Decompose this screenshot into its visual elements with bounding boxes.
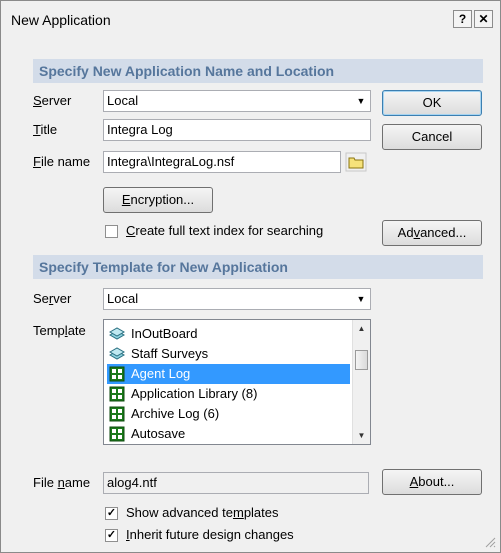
folder-icon[interactable] (345, 152, 367, 172)
list-item-label: Autosave (131, 426, 186, 441)
list-item-label: Application Library (8) (131, 386, 258, 401)
scroll-up-icon[interactable]: ▲ (353, 320, 370, 337)
file-name-input[interactable]: Integra\IntegraLog.nsf (103, 151, 341, 173)
server-label: Server (33, 93, 72, 108)
template-file-name-field: alog4.ntf (103, 472, 369, 494)
show-advanced-templates-checkbox[interactable]: ✓ (105, 507, 118, 520)
list-item-label: InOutBoard (131, 326, 198, 341)
section-header-template: Specify Template for New Application (33, 255, 483, 279)
list-item[interactable]: Application Library (8) (107, 384, 350, 404)
file-name-label: File name (33, 154, 91, 169)
show-advanced-templates-label: Show advanced templates (126, 505, 279, 520)
title-label: Title (33, 122, 58, 137)
title-bar: New Application ? ✕ (1, 1, 500, 39)
template-list-scrollbar[interactable]: ▲ ▼ (352, 320, 370, 444)
list-item[interactable]: Staff Surveys (107, 344, 350, 364)
scroll-thumb[interactable] (355, 350, 368, 370)
chevron-down-icon: ▼ (356, 96, 366, 106)
template-file-name-label: File name (33, 475, 91, 490)
close-button[interactable]: ✕ (474, 10, 493, 28)
list-item[interactable]: Archive Log (6) (107, 404, 350, 424)
template-list[interactable]: InOutBoard Staff Surveys Agent Log Appli… (103, 319, 371, 445)
template-server-label: Server (33, 291, 72, 306)
template-label: Template (33, 323, 86, 338)
list-item-selected[interactable]: Agent Log (107, 364, 350, 384)
cancel-button[interactable]: Cancel (382, 124, 482, 150)
list-item-label: Staff Surveys (131, 346, 209, 361)
section-header-name-location: Specify New Application Name and Locatio… (33, 59, 483, 83)
full-text-index-checkbox[interactable] (105, 225, 118, 238)
help-button[interactable]: ? (453, 10, 472, 28)
about-button[interactable]: About... (382, 469, 482, 495)
list-item[interactable]: InOutBoard (107, 324, 350, 344)
chevron-down-icon: ▼ (356, 294, 366, 304)
list-item[interactable]: Autosave (107, 424, 350, 444)
database-stack-icon (109, 327, 125, 340)
template-grid-icon (109, 366, 125, 382)
scroll-down-icon[interactable]: ▼ (353, 427, 370, 444)
list-item-label: Agent Log (131, 366, 191, 381)
list-item-label: Archive Log (6) (131, 406, 220, 421)
server-select[interactable]: Local ▼ (103, 90, 371, 112)
template-grid-icon (109, 406, 125, 422)
ok-button[interactable]: OK (382, 90, 482, 116)
database-stack-icon (109, 347, 125, 360)
resize-grip-icon[interactable] (484, 536, 496, 548)
template-grid-icon (109, 426, 125, 442)
server-label-rest: erver (41, 93, 72, 108)
encryption-button[interactable]: Encryption... (103, 187, 213, 213)
advanced-button[interactable]: Advanced... (382, 220, 482, 246)
window-title: New Application (11, 12, 111, 28)
inherit-design-label: Inherit future design changes (126, 527, 294, 542)
template-server-value: Local (107, 291, 139, 306)
template-server-select[interactable]: Local ▼ (103, 288, 371, 310)
full-text-index-label: Create full text index for searching (126, 223, 324, 238)
new-application-dialog: New Application ? ✕ Specify New Applicat… (0, 0, 501, 553)
server-select-value: Local (107, 93, 139, 108)
inherit-design-checkbox[interactable]: ✓ (105, 529, 118, 542)
title-input[interactable]: Integra Log (103, 119, 371, 141)
template-grid-icon (109, 386, 125, 402)
